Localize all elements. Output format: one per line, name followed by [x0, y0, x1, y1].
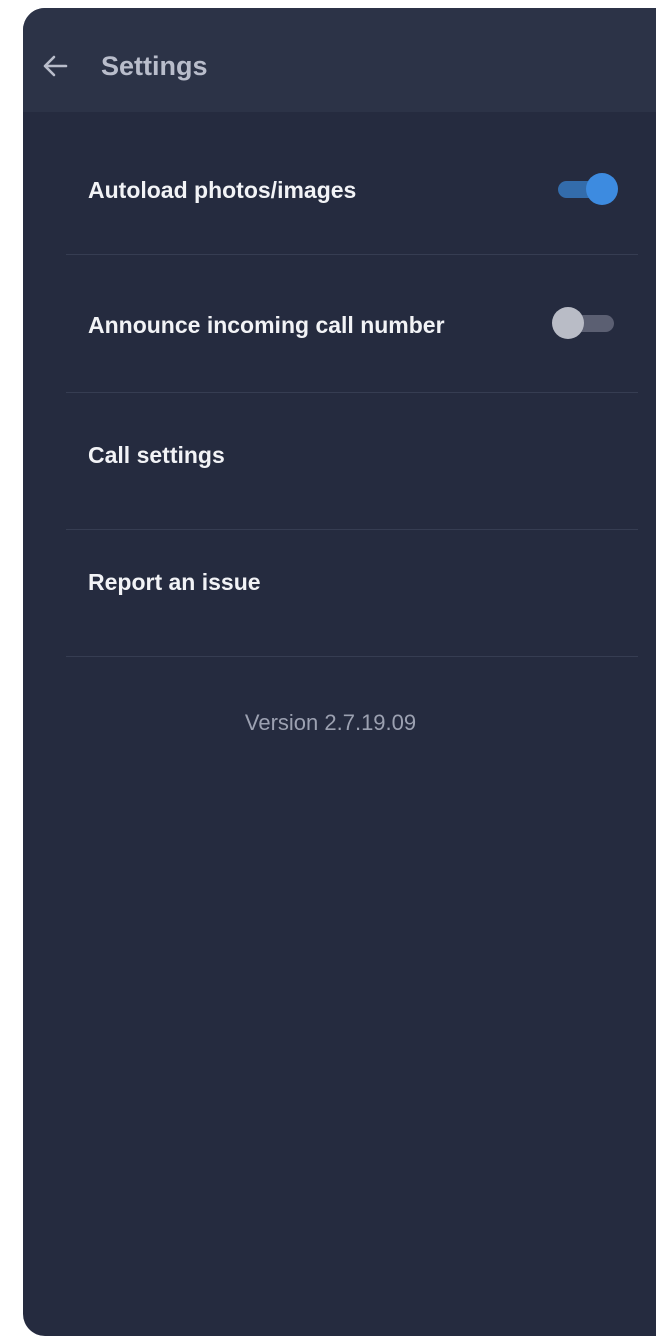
setting-label-announce: Announce incoming call number [88, 312, 445, 338]
settings-panel: Settings Autoload photos/images Announce… [23, 8, 656, 1336]
setting-row-report-issue[interactable]: Report an issue [66, 530, 638, 657]
setting-row-autoload[interactable]: Autoload photos/images [66, 112, 638, 255]
announce-toggle[interactable] [552, 306, 616, 340]
back-button[interactable] [37, 48, 73, 84]
toggle-knob [552, 307, 584, 339]
setting-row-announce[interactable]: Announce incoming call number [66, 255, 638, 393]
setting-label-call-settings: Call settings [88, 442, 225, 468]
arrow-left-icon [43, 55, 68, 77]
setting-label-autoload: Autoload photos/images [88, 177, 357, 203]
version-label: Version 2.7.19.09 [244, 710, 417, 735]
setting-row-call-settings[interactable]: Call settings [66, 393, 638, 530]
page-title: Settings [101, 51, 208, 81]
header-bar: Settings [23, 8, 656, 112]
toggle-knob [586, 173, 618, 205]
setting-label-report-issue: Report an issue [88, 569, 261, 595]
autoload-toggle[interactable] [554, 172, 618, 206]
